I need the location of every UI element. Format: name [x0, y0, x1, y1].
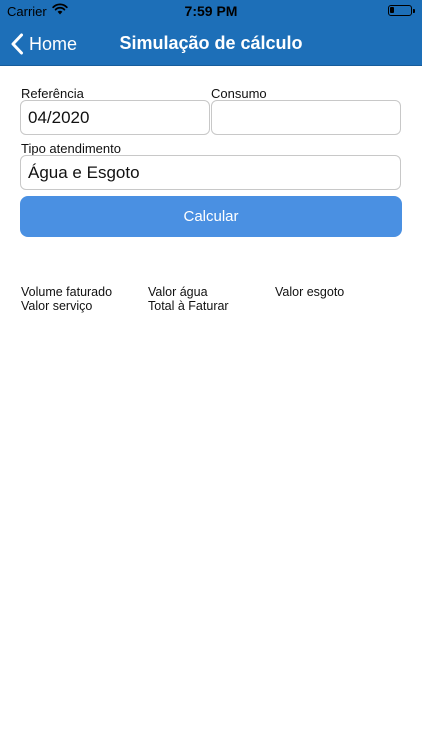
calcular-button[interactable]: Calcular [20, 196, 402, 237]
referencia-input[interactable] [28, 107, 209, 128]
referencia-label: Referência [21, 86, 84, 101]
total-a-faturar-label: Total à Faturar [148, 299, 229, 313]
tipo-atendimento-label: Tipo atendimento [21, 141, 121, 156]
top-bar: Carrier 7:59 PM Home Simulação de cálcul… [0, 0, 422, 66]
status-time: 7:59 PM [184, 3, 238, 19]
consumo-field[interactable] [211, 100, 401, 135]
tipo-atendimento-value: Água e Esgoto [28, 162, 140, 182]
consumo-input[interactable] [219, 107, 400, 128]
referencia-field[interactable] [20, 100, 210, 135]
page-title: Simulação de cálculo [119, 33, 303, 53]
valor-agua-label: Valor água [148, 285, 208, 299]
valor-esgoto-label: Valor esgoto [275, 285, 345, 299]
valor-servico-label: Valor serviço [21, 299, 93, 313]
battery-level [390, 7, 394, 13]
consumo-label: Consumo [211, 86, 267, 101]
navigation-bar: Home Simulação de cálculo [0, 22, 422, 66]
battery-icon [388, 5, 415, 16]
status-bar: Carrier 7:59 PM [0, 0, 422, 22]
tipo-atendimento-field[interactable]: Água e Esgoto [20, 155, 401, 190]
volume-faturado-label: Volume faturado [21, 285, 113, 299]
